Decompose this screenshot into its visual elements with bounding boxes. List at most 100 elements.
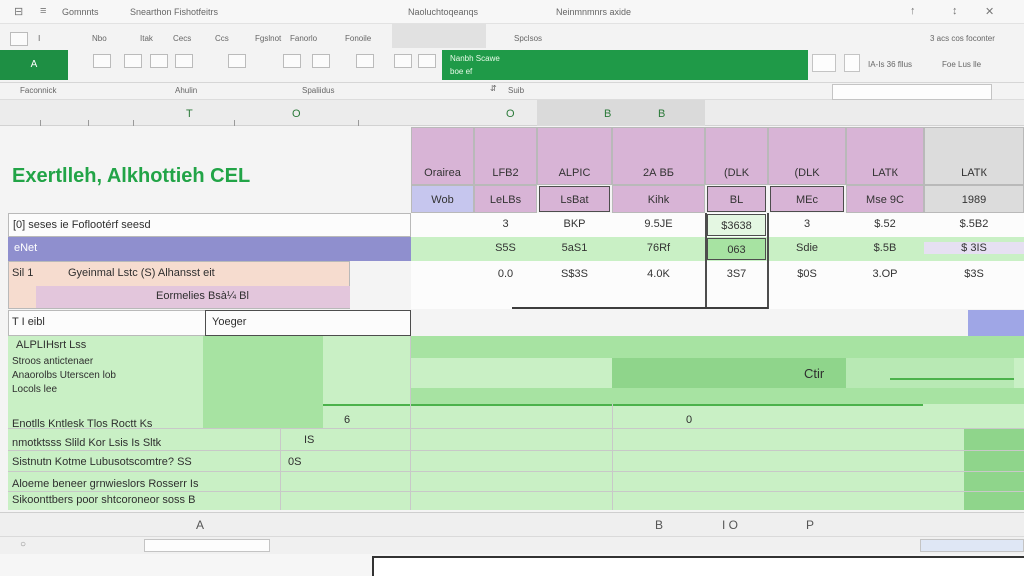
row-label-12[interactable]: Aloeme beneer grnwieslors Rosserr Is — [12, 478, 198, 490]
number-format-icon[interactable] — [418, 54, 436, 68]
row-label-8[interactable]: Locols lee — [12, 384, 57, 395]
clipboard-icon[interactable] — [10, 32, 28, 46]
cell-r2-c7[interactable]: $.5B — [846, 242, 924, 254]
status-circle-icon[interactable]: ○ — [20, 539, 26, 550]
cell-r3-c3[interactable]: S$3S — [537, 268, 612, 280]
header-cell-6[interactable]: (DLK — [768, 127, 846, 185]
cell-r1-c7[interactable]: $.52 — [846, 218, 924, 230]
cell-r1-c5[interactable]: $3638 — [707, 214, 766, 236]
cell-r2-c4[interactable]: 76Rf — [612, 242, 705, 254]
ribbon-green-button[interactable]: A — [0, 50, 68, 80]
cell-r3-c4[interactable]: 4.0K — [612, 268, 705, 280]
minimize-icon[interactable]: ↕ — [952, 5, 958, 17]
sheet-tab-input[interactable] — [144, 539, 270, 552]
green-label[interactable]: Ctir — [804, 366, 824, 381]
footer-col-io[interactable]: I O — [722, 518, 738, 532]
title-tab-1[interactable]: Gomnnts — [62, 7, 99, 17]
pin-icon[interactable]: ↑ — [910, 5, 916, 17]
cell-r2-c5[interactable]: 063 — [707, 238, 766, 260]
cell-r3-c7[interactable]: 3.OP — [846, 268, 924, 280]
column-header-selected[interactable] — [537, 100, 705, 126]
cell-r4-val[interactable]: 6 — [344, 414, 350, 426]
row-label-2[interactable]: eNet — [8, 237, 411, 261]
close-icon[interactable]: ✕ — [985, 5, 994, 18]
underline-icon[interactable] — [150, 54, 168, 68]
ribbon-menu-1[interactable]: Nbo — [92, 34, 107, 43]
column-header-b2[interactable]: B — [658, 108, 665, 120]
cell-r2-c2[interactable]: S5S — [474, 242, 537, 254]
row-label-4b[interactable]: Yoeger — [212, 316, 246, 328]
row-label-3a[interactable]: Sil 1 — [12, 267, 33, 279]
footer-col-p[interactable]: P — [806, 518, 814, 532]
column-header-o2[interactable]: O — [506, 108, 515, 120]
ribbon-item-paste[interactable]: Ⅰ — [38, 34, 40, 43]
row-label-5[interactable]: ALPLIHsrt Lss — [16, 339, 86, 351]
ribbon-menu-3[interactable]: Cecs — [173, 34, 191, 43]
ribbon-menu-4[interactable]: Ccs — [215, 34, 229, 43]
header-cell-7[interactable]: LATК — [846, 127, 924, 185]
save-icon[interactable]: ≡ — [40, 5, 46, 17]
lilac-cell[interactable] — [968, 310, 1024, 336]
font-color-icon[interactable] — [283, 54, 301, 68]
subheader-cell-1[interactable]: Wob — [411, 185, 474, 213]
subheader-cell-3[interactable]: LsBat — [539, 186, 610, 212]
fill-icon[interactable] — [228, 54, 246, 68]
border-icon[interactable] — [175, 54, 193, 68]
ribbon-menu-6[interactable]: Fanorlo — [290, 34, 317, 43]
column-header-t[interactable]: T — [186, 108, 193, 120]
cell-r1-c2[interactable]: 3 — [474, 218, 537, 230]
title-tab-2[interactable]: Snearthon Fishotfeitrs — [130, 7, 218, 17]
header-cell-8[interactable]: LATК — [924, 127, 1024, 185]
cell-r3-c2[interactable]: 0.0 — [474, 268, 537, 280]
column-header-o1[interactable]: O — [292, 108, 301, 120]
ribbon-box-2[interactable] — [844, 54, 860, 72]
header-cell-5[interactable]: (DLK — [705, 127, 768, 185]
cell-r5-val[interactable]: IS — [304, 434, 314, 446]
subheader-cell-8[interactable]: 1989 — [924, 185, 1024, 213]
merge-icon[interactable] — [394, 54, 412, 68]
header-cell-1[interactable]: Orairea — [411, 127, 474, 185]
cell-r1-c4[interactable]: 9.5JE — [612, 218, 705, 230]
row-label-7[interactable]: Anaorolbs Uterscen lob — [12, 370, 116, 381]
row-label-6[interactable]: Stroos antictenaer — [12, 356, 93, 367]
row-label-10[interactable]: nmotktsss Slild Kor Lsis Is Sltk — [12, 437, 161, 449]
cell-r2-c6[interactable]: Sdie — [768, 242, 846, 254]
row-label-1[interactable]: [0] seses ie Foflootérf seesd — [8, 213, 411, 237]
cell-r1-c6[interactable]: 3 — [768, 218, 846, 230]
ribbon-menu-7[interactable]: Fonoile — [345, 34, 371, 43]
cell-r3-c8[interactable]: $3S — [924, 268, 1024, 280]
row-label-4a[interactable]: T I eibl — [12, 316, 45, 328]
row-label-13[interactable]: Sikoonttbers poor shtcoroneor soss B — [12, 494, 195, 506]
formula-bar[interactable] — [832, 84, 992, 100]
footer-col-a[interactable]: A — [196, 518, 204, 532]
bold-icon[interactable] — [93, 54, 111, 68]
row-label-3b[interactable]: Gyeinmal Lstc (S) Alhansst eit — [68, 267, 215, 279]
cell-r4-val2[interactable]: 0 — [686, 414, 692, 426]
ribbon-formula-icon[interactable]: ⇵ — [490, 84, 497, 93]
subheader-cell-2[interactable]: LeLBs — [474, 185, 537, 213]
subheader-cell-6[interactable]: MEc — [770, 186, 844, 212]
header-cell-3[interactable]: ALPIC — [537, 127, 612, 185]
subheader-cell-7[interactable]: Mse 9С — [846, 185, 924, 213]
wrap-icon[interactable] — [356, 54, 374, 68]
cell-r1-c8[interactable]: $.5B2 — [924, 218, 1024, 230]
italic-icon[interactable] — [124, 54, 142, 68]
cell-r6-val[interactable]: 0S — [288, 456, 301, 468]
zoom-control[interactable] — [920, 539, 1024, 552]
subheader-cell-4[interactable]: Kihk — [612, 185, 705, 213]
cell-r2-c3[interactable]: 5aS1 — [537, 242, 612, 254]
footer-col-b[interactable]: B — [655, 518, 663, 532]
menu-icon[interactable]: ⊟ — [14, 5, 23, 18]
header-cell-2[interactable]: LFB2 — [474, 127, 537, 185]
cell-r3-c6[interactable]: $0S — [768, 268, 846, 280]
column-header-b1[interactable]: B — [604, 108, 611, 120]
cell-r1-c3[interactable]: BKP — [537, 218, 612, 230]
cell-r2-c8[interactable]: $ 3IS — [924, 242, 1024, 254]
row-label-3c[interactable]: Eormelies Bsà¼ Bl — [156, 290, 249, 302]
ribbon-box-1[interactable] — [812, 54, 836, 72]
row-label-11[interactable]: Sistnutn Kotme Lubusotscomtre? SS — [12, 456, 192, 468]
subheader-cell-5[interactable]: BL — [707, 186, 766, 212]
ribbon-tab-active[interactable] — [392, 24, 486, 48]
ribbon-menu-5[interactable]: Fgslnot — [255, 34, 281, 43]
ribbon-menu-2[interactable]: Itak — [140, 34, 153, 43]
